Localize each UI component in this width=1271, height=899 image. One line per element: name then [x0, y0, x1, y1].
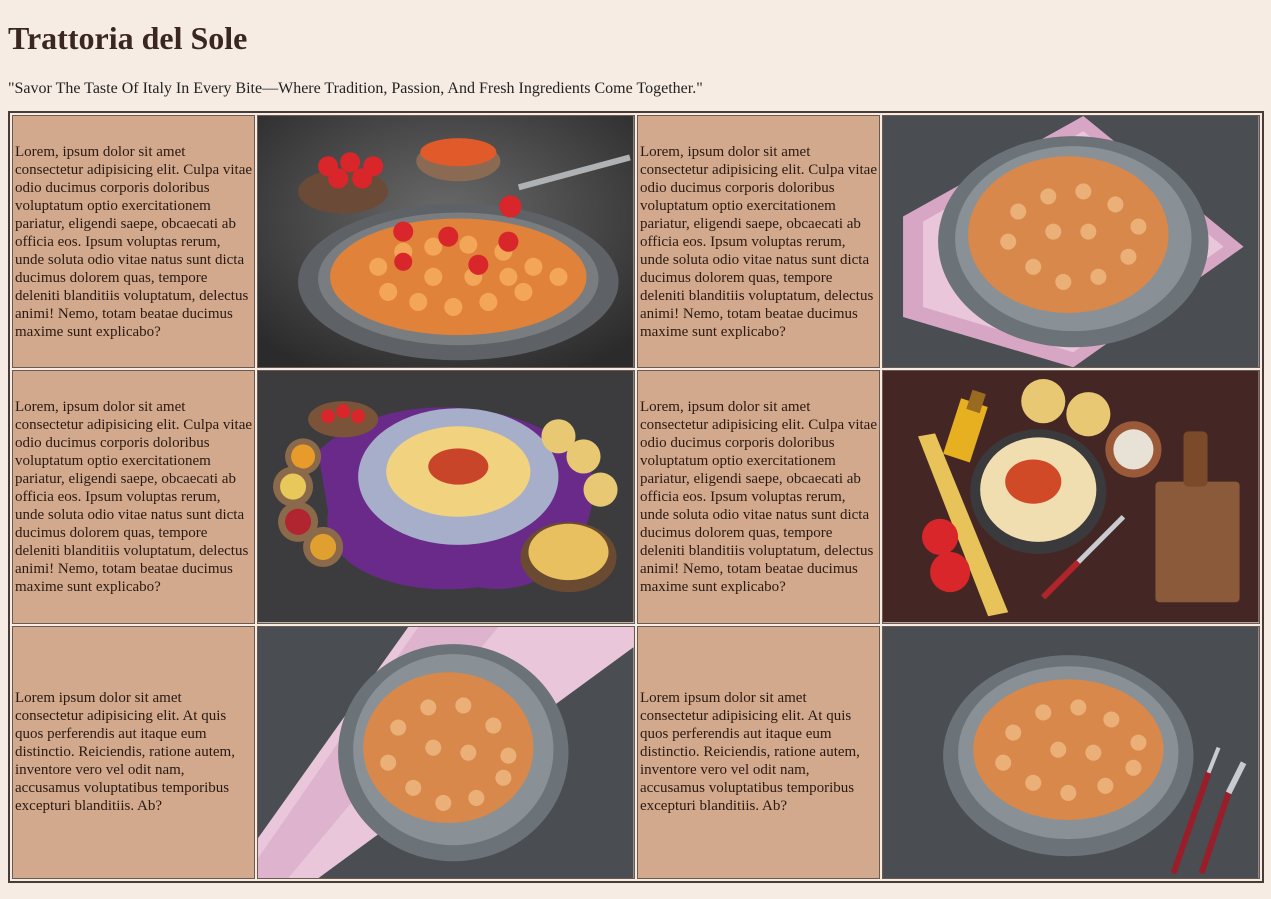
dish-photo-cell — [257, 625, 635, 879]
dish-photo-cell — [882, 370, 1260, 624]
menu-description-cell: Lorem, ipsum dolor sit amet consectetur … — [636, 115, 881, 369]
dish-photo-cell — [882, 115, 1260, 369]
menu-table: Lorem, ipsum dolor sit amet consectetur … — [8, 111, 1264, 883]
dish-photo-cell — [257, 115, 635, 369]
dish-photo-cell — [257, 370, 635, 624]
menu-description: Lorem, ipsum dolor sit amet consectetur … — [15, 143, 253, 340]
table-row: Lorem, ipsum dolor sit amet consectetur … — [12, 115, 1260, 369]
dish-photo-cell — [882, 625, 1260, 879]
menu-description-cell: Lorem ipsum dolor sit amet consectetur a… — [636, 625, 881, 879]
fusilli-cutlery-photo — [883, 626, 1259, 878]
fusilli-plate-photo — [883, 116, 1259, 368]
page-title: Trattoria del Sole — [8, 20, 248, 56]
menu-description: Lorem, ipsum dolor sit amet consectetur … — [639, 143, 877, 340]
menu-description: Lorem ipsum dolor sit amet consectetur a… — [15, 690, 235, 815]
tagline: "Savor The Taste Of Italy In Every Bite—… — [8, 80, 703, 97]
pasta-ingredients-photo — [883, 371, 1259, 623]
table-row: Lorem ipsum dolor sit amet consectetur a… — [12, 625, 1260, 879]
pasta-hearts-photo — [258, 116, 634, 368]
menu-description: Lorem, ipsum dolor sit amet consectetur … — [639, 398, 877, 595]
fusilli-tablecloth-photo — [258, 626, 634, 878]
menu-description-cell: Lorem, ipsum dolor sit amet consectetur … — [12, 370, 256, 624]
menu-description-cell: Lorem ipsum dolor sit amet consectetur a… — [12, 625, 256, 879]
tagliatelle-plate-photo — [258, 371, 634, 623]
menu-description: Lorem, ipsum dolor sit amet consectetur … — [15, 398, 253, 595]
table-row: Lorem, ipsum dolor sit amet consectetur … — [12, 370, 1260, 624]
menu-description-cell: Lorem, ipsum dolor sit amet consectetur … — [12, 115, 256, 369]
menu-description: Lorem ipsum dolor sit amet consectetur a… — [639, 690, 860, 815]
menu-description-cell: Lorem, ipsum dolor sit amet consectetur … — [636, 370, 881, 624]
